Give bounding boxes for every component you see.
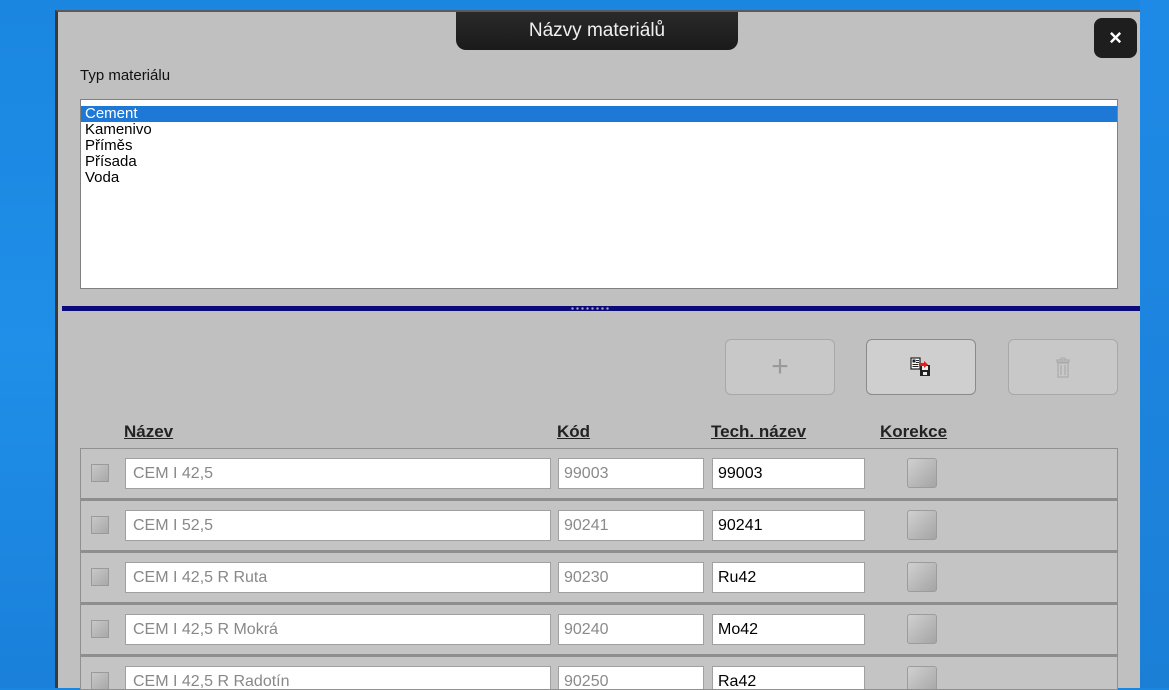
correction-checkbox[interactable] — [907, 562, 937, 592]
code-field[interactable]: 90250 — [558, 666, 704, 689]
tech-name-field[interactable]: 99003 — [712, 458, 865, 489]
name-field[interactable]: CEM I 42,5 R Radotín — [125, 666, 551, 689]
name-field[interactable]: CEM I 42,5 — [125, 458, 551, 489]
materials-table: CEM I 42,5 99003 99003 CEM I 52,5 90241 … — [80, 448, 1118, 690]
tech-name-field[interactable]: Mo42 — [712, 614, 865, 645]
save-icon — [910, 357, 930, 376]
materials-dialog: Názvy materiálů × Typ materiálu Cement K… — [55, 10, 1140, 690]
code-field[interactable]: 90230 — [558, 562, 704, 593]
table-row: CEM I 42,5 R Mokrá 90240 Mo42 — [81, 605, 1117, 657]
name-field[interactable]: CEM I 52,5 — [125, 510, 551, 541]
row-select-checkbox[interactable] — [91, 568, 109, 586]
header-name[interactable]: Název — [124, 422, 173, 442]
listbox-item-voda[interactable]: Voda — [81, 170, 1117, 186]
tech-name-field[interactable]: Ru42 — [712, 562, 865, 593]
tech-name-field[interactable]: 90241 — [712, 510, 865, 541]
correction-checkbox[interactable] — [907, 614, 937, 644]
listbox-item-kamenivo[interactable]: Kamenivo — [81, 122, 1117, 138]
listbox-item-cement[interactable]: Cement — [81, 106, 1117, 122]
header-correction[interactable]: Korekce — [880, 422, 947, 442]
material-type-listbox[interactable]: Cement Kamenivo Příměs Přísada Voda — [80, 99, 1118, 289]
header-tech-name[interactable]: Tech. název — [711, 422, 806, 442]
delete-icon — [1056, 357, 1070, 378]
save-button[interactable] — [866, 339, 976, 395]
delete-button[interactable] — [1008, 339, 1118, 395]
desktop-background-right — [1140, 0, 1169, 688]
splitter-grip-icon — [570, 307, 610, 310]
name-field[interactable]: CEM I 42,5 R Ruta — [125, 562, 551, 593]
name-field[interactable]: CEM I 42,5 R Mokrá — [125, 614, 551, 645]
row-select-checkbox[interactable] — [91, 464, 109, 482]
table-row: CEM I 52,5 90241 90241 — [81, 501, 1117, 553]
row-select-checkbox[interactable] — [91, 516, 109, 534]
table-row: CEM I 42,5 R Ruta 90230 Ru42 — [81, 553, 1117, 605]
table-row: CEM I 42,5 R Radotín 90250 Ra42 — [81, 657, 1117, 689]
code-field[interactable]: 90241 — [558, 510, 704, 541]
correction-checkbox[interactable] — [907, 666, 937, 689]
listbox-item-prisada[interactable]: Přísada — [81, 154, 1117, 170]
material-type-label: Typ materiálu — [80, 67, 171, 84]
splitter-handle[interactable] — [62, 306, 1140, 311]
row-select-checkbox[interactable] — [91, 620, 109, 638]
row-select-checkbox[interactable] — [91, 672, 109, 689]
listbox-item-primes[interactable]: Příměs — [81, 138, 1117, 154]
code-field[interactable]: 90240 — [558, 614, 704, 645]
dialog-title: Názvy materiálů — [456, 12, 738, 50]
code-field[interactable]: 99003 — [558, 458, 704, 489]
header-code[interactable]: Kód — [557, 422, 590, 442]
correction-checkbox[interactable] — [907, 458, 937, 488]
correction-checkbox[interactable] — [907, 510, 937, 540]
tech-name-field[interactable]: Ra42 — [712, 666, 865, 689]
add-button[interactable]: + — [725, 339, 835, 395]
plus-icon: + — [771, 350, 789, 383]
close-button[interactable]: × — [1094, 18, 1137, 58]
table-row: CEM I 42,5 99003 99003 — [81, 449, 1117, 501]
